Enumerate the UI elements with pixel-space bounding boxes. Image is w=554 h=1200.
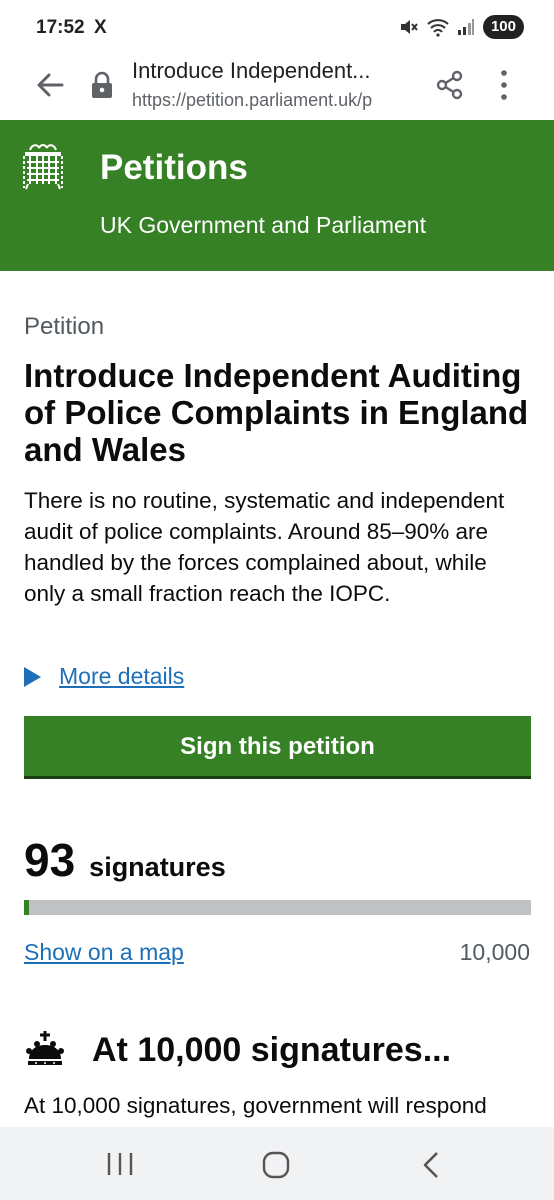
home-icon[interactable] xyxy=(262,1151,290,1179)
share-icon[interactable] xyxy=(436,70,464,100)
wifi-icon xyxy=(427,19,449,37)
browser-url-bar: Introduce Independent... https://petitio… xyxy=(0,56,554,120)
status-icons: 100 xyxy=(399,15,524,39)
site-title[interactable]: Petitions xyxy=(100,148,248,188)
lock-icon[interactable] xyxy=(90,70,114,100)
recent-apps-icon[interactable] xyxy=(106,1151,134,1177)
system-nav-bar xyxy=(0,1127,554,1200)
nav-back-icon[interactable] xyxy=(420,1151,442,1179)
signature-count-row: 93 signatures xyxy=(24,833,226,887)
petition-title: Introduce Independent Auditing of Police… xyxy=(24,357,529,468)
sign-petition-button[interactable]: Sign this petition xyxy=(24,716,531,776)
mute-icon xyxy=(400,20,418,34)
crown-icon xyxy=(26,1031,64,1065)
signature-progress-bar xyxy=(24,900,531,915)
more-details-toggle[interactable]: More details xyxy=(24,663,184,690)
x-app-icon: X xyxy=(94,17,107,38)
petition-caption: Petition xyxy=(24,313,105,340)
site-header: Petitions UK Government and Parliament xyxy=(0,120,554,271)
signal-icon xyxy=(457,19,474,35)
more-options-icon[interactable] xyxy=(496,68,512,102)
status-bar: 17:52 X 100 xyxy=(0,0,554,56)
signature-label: signatures xyxy=(89,852,226,882)
url-text[interactable]: https://petition.parliament.uk/p xyxy=(132,90,417,111)
milestone-heading: At 10,000 signatures... xyxy=(92,1031,452,1069)
expand-triangle-icon[interactable] xyxy=(24,666,41,687)
battery-indicator: 100 xyxy=(482,15,524,39)
more-details-link[interactable]: More details xyxy=(59,663,184,690)
signature-count: 93 xyxy=(24,834,76,886)
status-time: 17:52 xyxy=(36,17,85,38)
petition-summary: There is no routine, systematic and inde… xyxy=(24,488,505,606)
back-arrow-icon[interactable] xyxy=(34,69,66,101)
page-title[interactable]: Introduce Independent... xyxy=(132,58,417,84)
signature-goal: 10,000 xyxy=(459,939,530,965)
site-subtitle: UK Government and Parliament xyxy=(100,212,426,238)
signature-progress-fill xyxy=(24,900,29,915)
portcullis-logo-icon[interactable] xyxy=(22,142,64,190)
show-on-map-link[interactable]: Show on a map xyxy=(24,939,184,966)
milestone-text: At 10,000 signatures, government will re… xyxy=(24,1093,487,1118)
